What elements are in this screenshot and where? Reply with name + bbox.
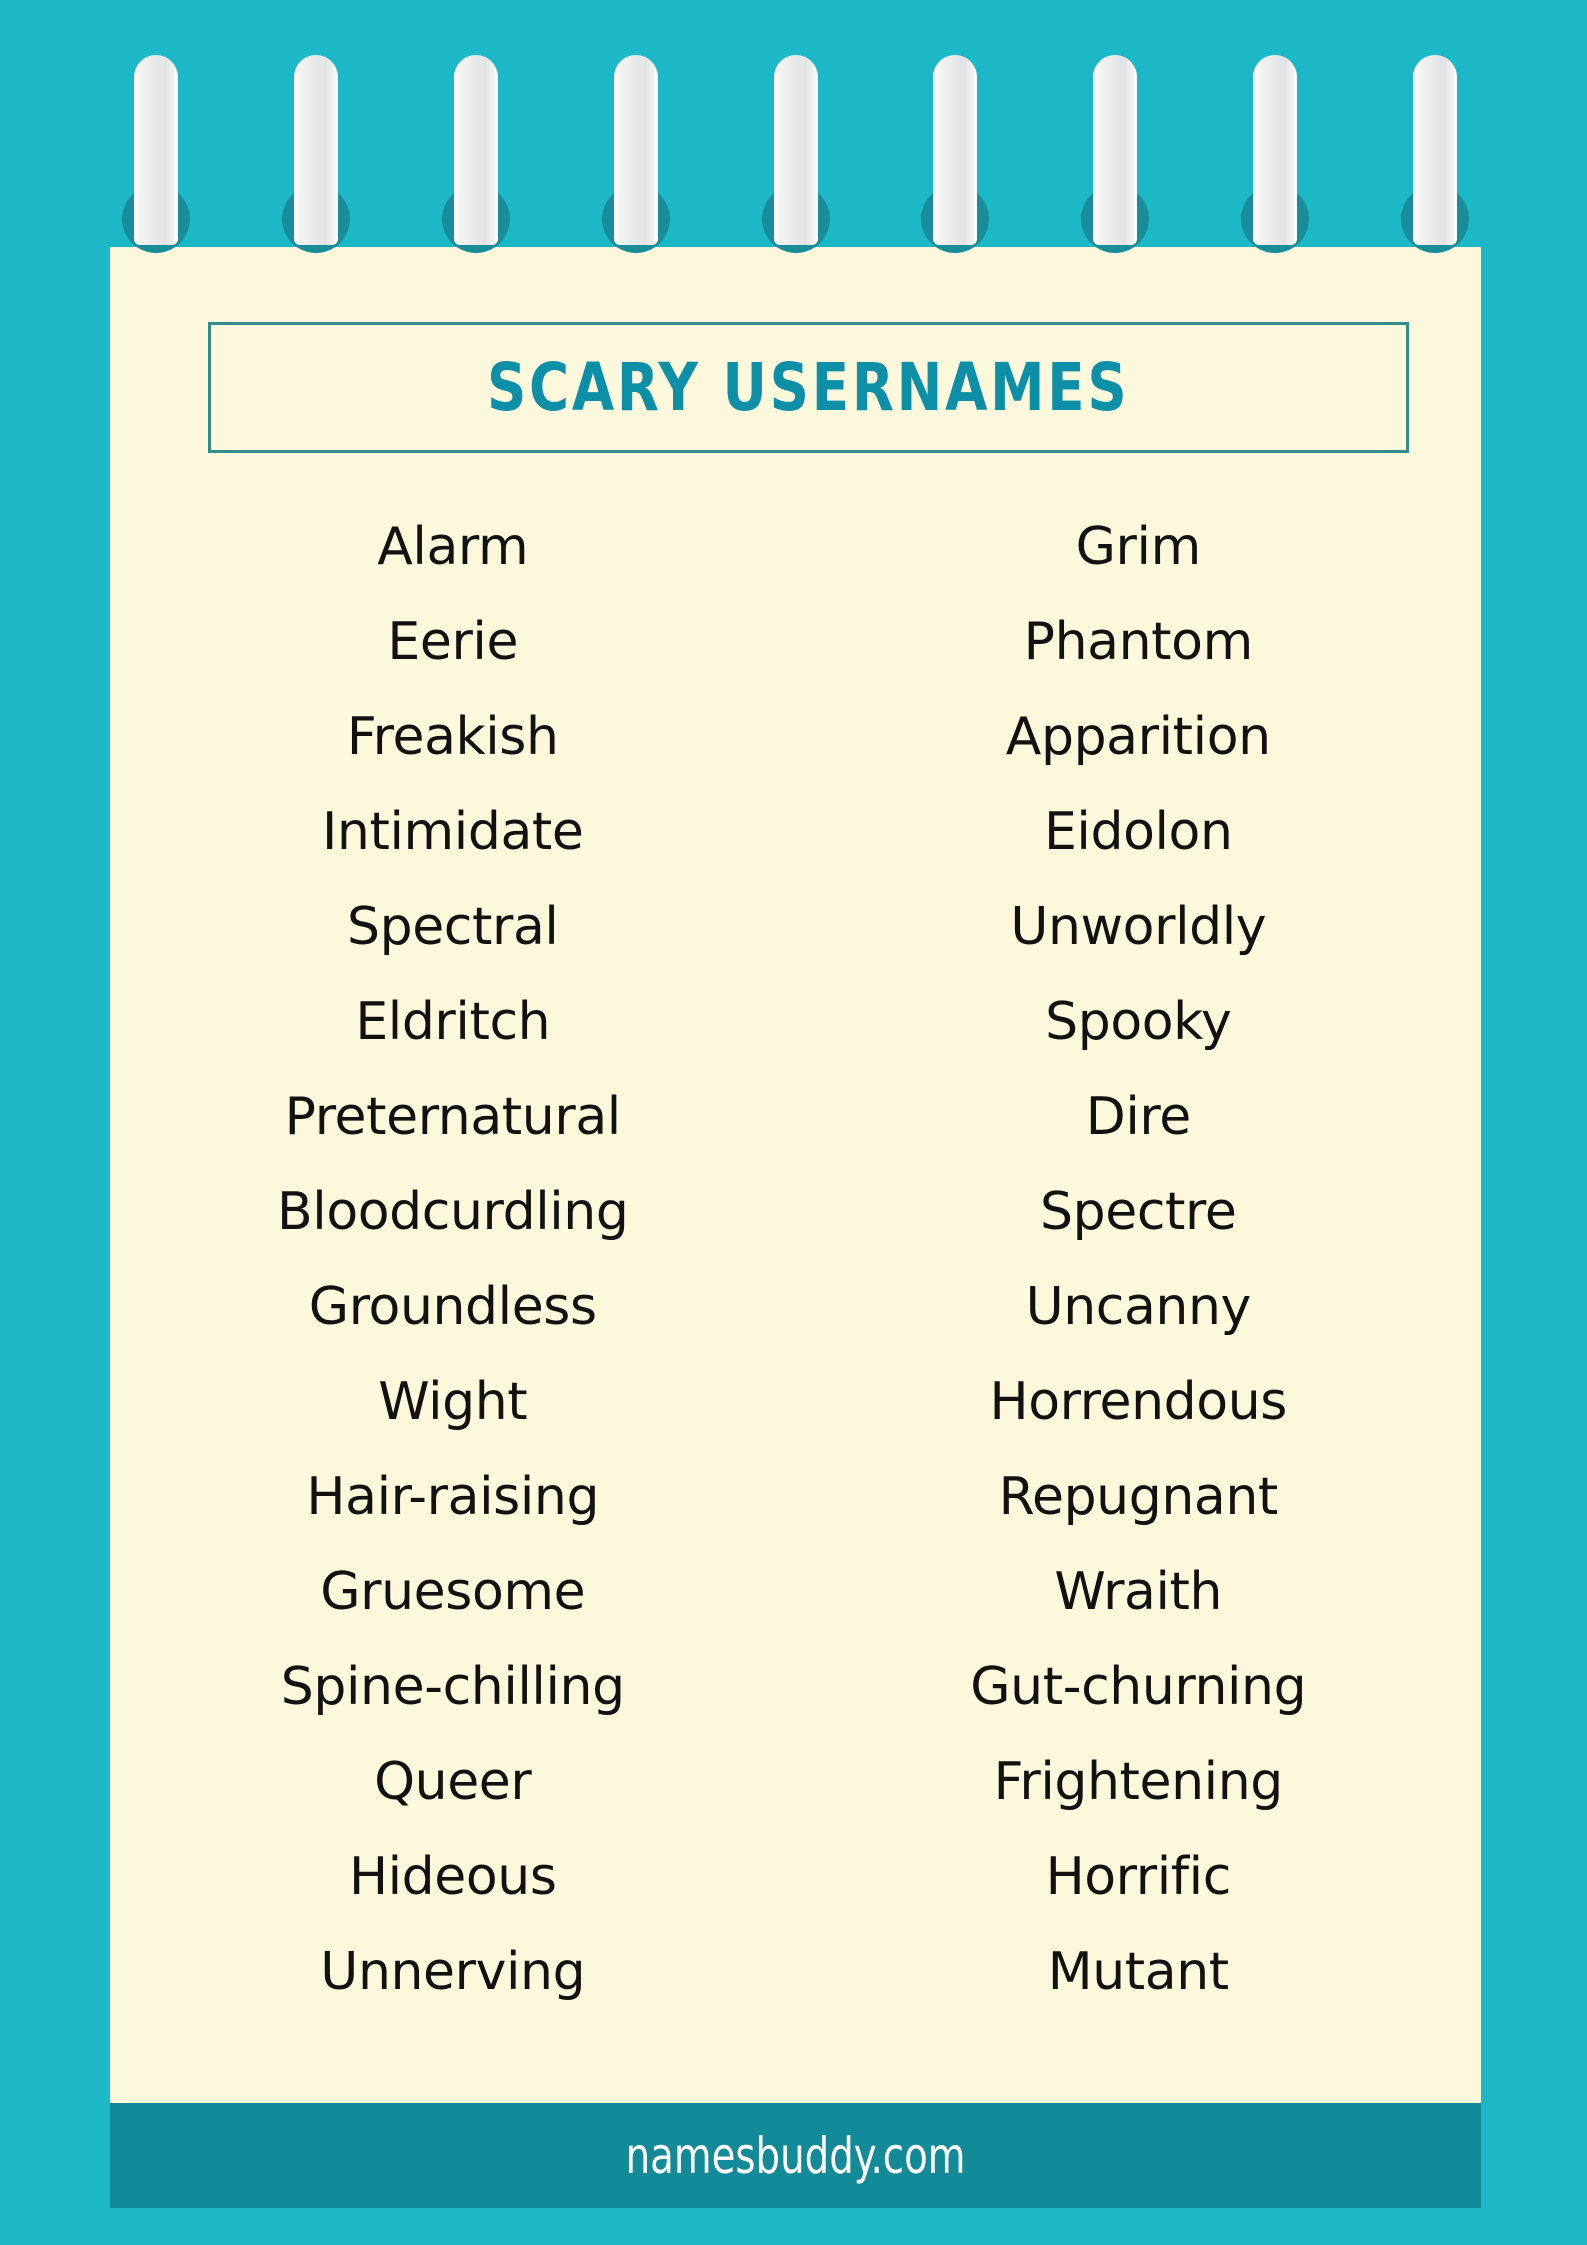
- list-item: Spooky: [1045, 992, 1232, 1052]
- name-list: Alarm Eerie Freakish Intimidate Spectral Eldr…: [110, 500, 1481, 2020]
- spiral-ring: [441, 55, 510, 255]
- spiral-ring-hole: [601, 185, 670, 253]
- spiral-ring: [122, 55, 190, 255]
- list-item: Eidolon: [1043, 802, 1233, 862]
- list-item: Horrendous: [989, 1372, 1288, 1432]
- list-item: Groundless: [308, 1277, 597, 1337]
- spiral-ring-bar: [773, 55, 818, 245]
- page-title: SCARY USERNAMES: [487, 349, 1130, 426]
- list-item: Repugnant: [998, 1467, 1279, 1527]
- spiral-ring-bar: [933, 55, 978, 245]
- list-item: Gut-churning: [970, 1657, 1307, 1717]
- spiral-ring: [601, 55, 670, 255]
- list-item: Grim: [1075, 517, 1202, 577]
- spiral-ring: [1081, 55, 1150, 255]
- list-item: Gruesome: [320, 1562, 586, 1622]
- list-item: Horrific: [1045, 1847, 1232, 1907]
- footer-band: namesbuddy.com: [110, 2103, 1481, 2208]
- list-item: Hideous: [348, 1847, 557, 1907]
- list-item: Spine-chilling: [280, 1657, 625, 1717]
- list-item: Apparition: [1005, 707, 1271, 767]
- spiral-ring-hole: [761, 185, 830, 253]
- list-item: Phantom: [1023, 612, 1254, 672]
- list-item: Freakish: [346, 707, 559, 767]
- spiral-ring: [921, 55, 990, 255]
- spiral-ring-bar: [1093, 55, 1138, 245]
- list-item: Preternatural: [284, 1087, 622, 1147]
- list-item: Dire: [1085, 1087, 1192, 1147]
- list-item: Eerie: [387, 612, 519, 672]
- list-item: Spectre: [1040, 1182, 1237, 1242]
- list-item: Unnerving: [320, 1942, 586, 2002]
- list-item: Uncanny: [1025, 1277, 1252, 1337]
- list-item: Spectral: [347, 897, 559, 957]
- spiral-ring-hole: [1241, 185, 1310, 253]
- spiral-ring-hole: [122, 185, 190, 253]
- title-frame: SCARY USERNAMES: [208, 322, 1409, 453]
- site-credit: namesbuddy.com: [625, 2126, 966, 2185]
- spiral-ring-bar: [613, 55, 658, 245]
- list-item: Intimidate: [322, 802, 584, 862]
- list-item: Wight: [378, 1372, 528, 1432]
- spiral-ring-bar: [134, 55, 178, 245]
- spiral-ring-hole: [1081, 185, 1150, 253]
- name-list-right-column: Grim Phantom Apparition Eidolon Unworldly Spo…: [796, 500, 1482, 2020]
- spiral-ring-hole: [1401, 185, 1469, 253]
- list-item: Frightening: [993, 1752, 1284, 1812]
- spiral-ring-bar: [453, 55, 498, 245]
- list-item: Mutant: [1047, 1942, 1229, 2002]
- name-list-left-column: Alarm Eerie Freakish Intimidate Spectral Eldr…: [110, 500, 796, 2020]
- list-item: Queer: [374, 1752, 532, 1812]
- list-item: Wraith: [1054, 1562, 1223, 1622]
- spiral-ring: [281, 55, 350, 255]
- list-item: Alarm: [377, 517, 529, 577]
- list-item: Bloodcurdling: [277, 1182, 629, 1242]
- spiral-ring-hole: [921, 185, 990, 253]
- spiral-ring: [761, 55, 830, 255]
- poster-canvas: SCARY USERNAMES Alarm Eerie Freakish Intimi…: [0, 0, 1587, 2245]
- spiral-ring: [1241, 55, 1310, 255]
- list-item: Eldritch: [355, 992, 551, 1052]
- spiral-ring-hole: [441, 185, 510, 253]
- spiral-ring-bar: [1413, 55, 1457, 245]
- spiral-ring-bar: [1253, 55, 1298, 245]
- spiral-ring-bar: [293, 55, 338, 245]
- list-item: Unworldly: [1010, 897, 1267, 957]
- spiral-ring-hole: [281, 185, 350, 253]
- spiral-binding: [110, 55, 1481, 255]
- spiral-ring: [1401, 55, 1469, 255]
- list-item: Hair-raising: [306, 1467, 600, 1527]
